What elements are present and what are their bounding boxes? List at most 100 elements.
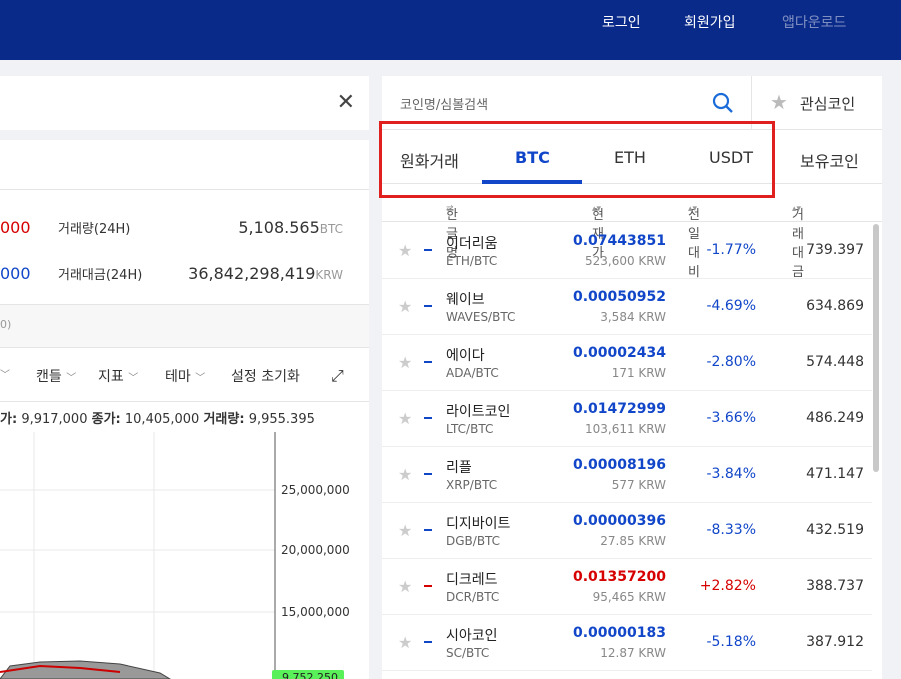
trade-value-24h-label: 거래대금(24H) [58, 268, 143, 283]
coin-volume: 739.397 [806, 242, 864, 258]
coin-krw-price: 523,600 KRW [584, 254, 666, 268]
coin-price: 0.00000183 [573, 625, 666, 641]
coin-volume: 486.249 [806, 410, 864, 426]
coin-change: +2.82% [699, 578, 756, 594]
trend-mini-icon [424, 473, 432, 475]
coin-pair: WAVES/BTC [446, 310, 516, 324]
search-input[interactable]: 코인명/심볼검색 [400, 94, 488, 113]
y-axis-label-20m: 20,000,000 [281, 543, 350, 557]
coin-krw-price: 27.85 KRW [600, 534, 666, 548]
table-row[interactable]: ★ 시아코인 SC/BTC 0.00000183 12.87 KRW -5.18% 387.… [382, 615, 872, 671]
coin-name: 디지바이트 [446, 516, 511, 532]
app-download-link[interactable]: 앱다운로드 [782, 0, 846, 46]
table-row[interactable]: ★ 디지바이트 DGB/BTC 0.00000396 27.85 KRW -8.33% 43… [382, 503, 872, 559]
coin-pair: SC/BTC [446, 646, 490, 660]
fullscreen-icon[interactable]: ⤢ [331, 366, 344, 386]
close-icon[interactable]: ✕ [337, 90, 355, 115]
coin-price: 0.07443851 [573, 233, 666, 249]
search-icon[interactable] [712, 92, 734, 118]
coin-price: 0.00002434 [573, 345, 666, 361]
table-row[interactable]: ★ 라이트코인 LTC/BTC 0.01472999 103,611 KRW -3.66%… [382, 391, 872, 447]
coin-price: 0.00050952 [573, 289, 666, 305]
trend-mini-icon [424, 361, 432, 363]
coin-price: 0.01472999 [573, 401, 666, 417]
y-axis-label-25m: 25,000,000 [281, 483, 350, 497]
coin-krw-price: 103,611 KRW [584, 422, 666, 436]
table-row[interactable]: ★ 웨이브 WAVES/BTC 0.00050952 3,584 KRW -4.69% 63… [382, 279, 872, 335]
scrollbar[interactable] [873, 224, 879, 472]
volume-24h-value: 5,108.565BTC [238, 218, 343, 237]
coin-name: 웨이브 [446, 292, 485, 308]
low-price-value: 000 [0, 264, 31, 283]
price-chart[interactable]: 25,000,000 20,000,000 15,000,000 9,752,2… [0, 432, 369, 679]
theme-menu[interactable]: 테마 ﹀ [165, 366, 205, 386]
signup-link[interactable]: 회원가입 [684, 0, 736, 46]
coin-change: -2.80% [706, 354, 756, 370]
star-icon[interactable]: ★ [398, 465, 412, 484]
coin-change: -3.84% [706, 466, 756, 482]
high-price-value: 000 [0, 218, 31, 237]
coin-krw-price: 12.87 KRW [600, 646, 666, 660]
star-icon[interactable]: ★ [398, 409, 412, 428]
coin-price: 0.00000396 [573, 513, 666, 529]
coin-change: -1.77% [706, 242, 756, 258]
coin-volume: 634.869 [806, 298, 864, 314]
trend-mini-icon [424, 305, 432, 307]
coin-change: -4.69% [706, 298, 756, 314]
trend-mini-icon [424, 641, 432, 643]
coin-name: 에이다 [446, 348, 485, 364]
login-link[interactable]: 로그인 [602, 0, 641, 46]
coin-pair: DGB/BTC [446, 534, 501, 548]
ohlc-readout: 가: 9,917,000 종가: 10,405,000 거래량: 9,955.3… [0, 412, 315, 427]
coin-volume: 574.448 [806, 354, 864, 370]
trend-mini-icon [424, 585, 432, 587]
info-strip-text: 0) [0, 318, 12, 331]
coin-detail-header [0, 140, 369, 190]
trend-mini-icon [424, 529, 432, 531]
star-icon: ★ [770, 90, 788, 114]
reset-settings-button[interactable]: 설정 초기화 [231, 366, 300, 386]
coin-pair: LTC/BTC [446, 422, 494, 436]
coin-name: 시아코인 [446, 628, 498, 644]
chevron-down-icon[interactable]: ﹀ [0, 366, 10, 381]
coin-change: -3.66% [706, 410, 756, 426]
coin-volume: 432.519 [806, 522, 864, 538]
coin-detail-panel: 000 거래량(24H) 5,108.565BTC 000 거래대금(24H) … [0, 140, 369, 679]
coin-volume: 387.912 [806, 634, 864, 650]
candle-menu[interactable]: 캔들 ﹀ [36, 366, 76, 386]
trade-value-24h-value: 36,842,298,419KRW [188, 264, 343, 283]
coin-pair: DCR/BTC [446, 590, 500, 604]
coin-volume: 388.737 [806, 578, 864, 594]
trend-mini-icon [424, 249, 432, 251]
info-strip: 0) [0, 304, 369, 348]
star-icon[interactable]: ★ [398, 353, 412, 372]
table-row[interactable]: ★ 이더리움 ETH/BTC 0.07443851 523,600 KRW -1.77% 7… [382, 223, 872, 279]
coin-name: 디크레드 [446, 572, 498, 588]
star-icon[interactable]: ★ [398, 633, 412, 652]
tab-holdings[interactable]: 보유코인 [800, 148, 859, 172]
star-icon[interactable]: ★ [398, 521, 412, 540]
coin-name: 이더리움 [446, 236, 498, 252]
coin-krw-price: 577 KRW [611, 478, 666, 492]
y-axis-label-15m: 15,000,000 [281, 605, 350, 619]
left-search-bar[interactable]: ✕ [0, 76, 369, 130]
coin-pair: XRP/BTC [446, 478, 498, 492]
table-row[interactable]: ★ 리플 XRP/BTC 0.00008196 577 KRW -3.84% 471.147 [382, 447, 872, 503]
coin-krw-price: 3,584 KRW [600, 310, 666, 324]
coin-price: 0.00008196 [573, 457, 666, 473]
top-navigation-bar: 로그인 회원가입 앱다운로드 [0, 0, 901, 60]
table-row[interactable]: ★ 에이다 ADA/BTC 0.00002434 171 KRW -2.80% 574.44… [382, 335, 872, 391]
coin-change: -8.33% [706, 522, 756, 538]
coin-krw-price: 171 KRW [611, 366, 666, 380]
star-icon[interactable]: ★ [398, 577, 412, 596]
volume-24h-label: 거래량(24H) [58, 222, 131, 237]
table-row[interactable]: ★ 디크레드 DCR/BTC 0.01357200 95,465 KRW +2.82% 38… [382, 559, 872, 615]
coin-volume: 471.147 [806, 466, 864, 482]
star-icon[interactable]: ★ [398, 241, 412, 260]
coin-pair: ETH/BTC [446, 254, 498, 268]
star-icon[interactable]: ★ [398, 297, 412, 316]
indicator-menu[interactable]: 지표 ﹀ [98, 366, 138, 386]
coin-price: 0.01357200 [573, 569, 666, 585]
coin-change: -5.18% [706, 634, 756, 650]
chart-toolbar: ﹀ 캔들 ﹀ 지표 ﹀ 테마 ﹀ 설정 초기화 ⤢ [0, 350, 369, 402]
